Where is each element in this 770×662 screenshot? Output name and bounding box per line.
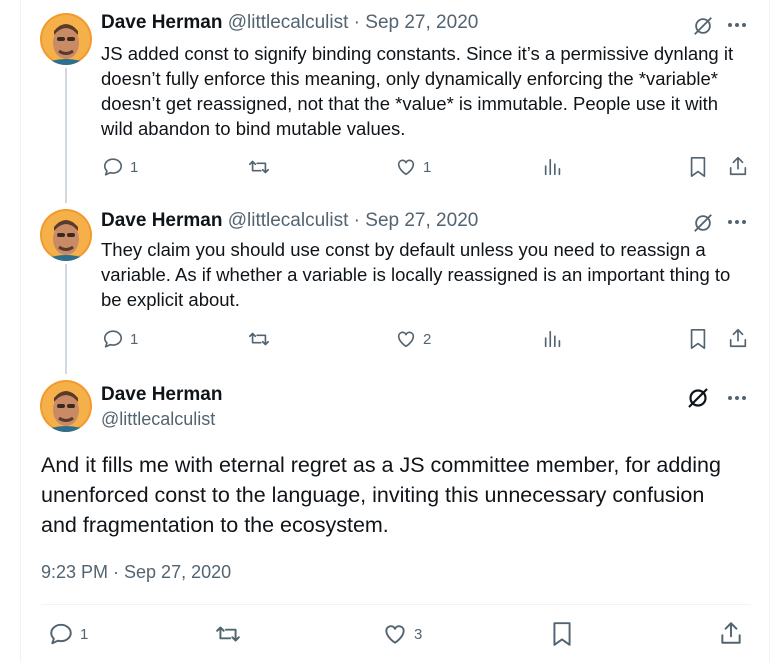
thread-line xyxy=(65,68,67,203)
reply-count: 1 xyxy=(80,625,89,643)
avatar[interactable] xyxy=(40,380,92,432)
like-button[interactable]: 2 xyxy=(395,328,431,350)
retweet-icon xyxy=(249,160,269,174)
tweet-header: Dave Herman @littlecalculist · Sep 27, 2… xyxy=(101,12,478,34)
bookmark-button[interactable] xyxy=(688,328,708,350)
bookmark-button[interactable] xyxy=(551,621,573,647)
author-name[interactable]: Dave Herman xyxy=(101,210,222,231)
tweet-text: They claim you should use const by defau… xyxy=(101,239,731,310)
views-button[interactable] xyxy=(542,328,564,350)
share-button[interactable] xyxy=(727,155,749,177)
share-icon xyxy=(729,328,747,348)
like-icon xyxy=(397,331,415,348)
reply-count: 1 xyxy=(130,330,139,348)
retweet-button[interactable] xyxy=(247,156,271,178)
tweet-text: And it fills me with eternal regret as a… xyxy=(41,453,721,537)
reply-count: 1 xyxy=(130,158,139,176)
share-button[interactable] xyxy=(718,620,744,646)
reply-button[interactable]: 1 xyxy=(102,328,138,350)
reply-button[interactable]: 1 xyxy=(102,156,138,178)
grok-icon[interactable] xyxy=(692,15,714,37)
grok-icon[interactable] xyxy=(692,212,714,234)
views-icon xyxy=(544,158,561,176)
views-button[interactable] xyxy=(542,156,564,178)
author-name[interactable]: Dave Herman xyxy=(101,384,222,406)
like-button[interactable]: 1 xyxy=(395,156,431,178)
grok-icon[interactable] xyxy=(686,386,710,410)
tweet-timestamp[interactable]: 9:23 PM · Sep 27, 2020 xyxy=(41,562,231,583)
author-handle[interactable]: @littlecalculist xyxy=(228,210,349,231)
meta-separator: · xyxy=(348,12,366,33)
reply-button[interactable]: 1 xyxy=(48,621,88,647)
tweet-date[interactable]: Sep 27, 2020 xyxy=(365,210,478,231)
like-count: 1 xyxy=(423,158,432,176)
avatar[interactable] xyxy=(40,209,92,261)
author-handle[interactable]: @littlecalculist xyxy=(228,12,349,33)
avatar[interactable] xyxy=(40,13,92,65)
more-icon[interactable] xyxy=(727,22,747,28)
share-icon xyxy=(721,622,741,644)
bookmark-button[interactable] xyxy=(688,156,708,178)
author-name[interactable]: Dave Herman xyxy=(101,12,222,33)
retweet-button[interactable] xyxy=(214,621,242,647)
like-count: 3 xyxy=(414,625,423,643)
tweet-date[interactable]: Sep 27, 2020 xyxy=(365,12,478,33)
meta-separator: · xyxy=(348,210,366,231)
bookmark-icon xyxy=(690,329,706,349)
reply-icon xyxy=(103,158,123,176)
bookmark-icon xyxy=(690,157,706,177)
like-count: 2 xyxy=(423,330,432,348)
retweet-icon xyxy=(249,332,269,346)
like-icon xyxy=(397,159,415,176)
bookmark-icon xyxy=(553,622,571,646)
thread-line xyxy=(65,264,67,374)
tweet-header: Dave Herman @littlecalculist · Sep 27, 2… xyxy=(101,210,478,232)
more-icon[interactable] xyxy=(727,395,747,401)
divider xyxy=(41,604,751,605)
tweet-text: JS added const to signify binding consta… xyxy=(101,43,734,139)
reply-icon xyxy=(103,330,123,348)
like-icon xyxy=(385,625,405,644)
retweet-icon xyxy=(216,626,240,642)
views-icon xyxy=(544,330,561,348)
reply-icon xyxy=(50,623,72,645)
like-button[interactable]: 3 xyxy=(382,621,422,647)
retweet-button[interactable] xyxy=(247,328,271,350)
more-icon[interactable] xyxy=(727,219,747,225)
share-button[interactable] xyxy=(727,327,749,349)
share-icon xyxy=(729,156,747,176)
author-handle[interactable]: @littlecalculist xyxy=(101,409,215,430)
